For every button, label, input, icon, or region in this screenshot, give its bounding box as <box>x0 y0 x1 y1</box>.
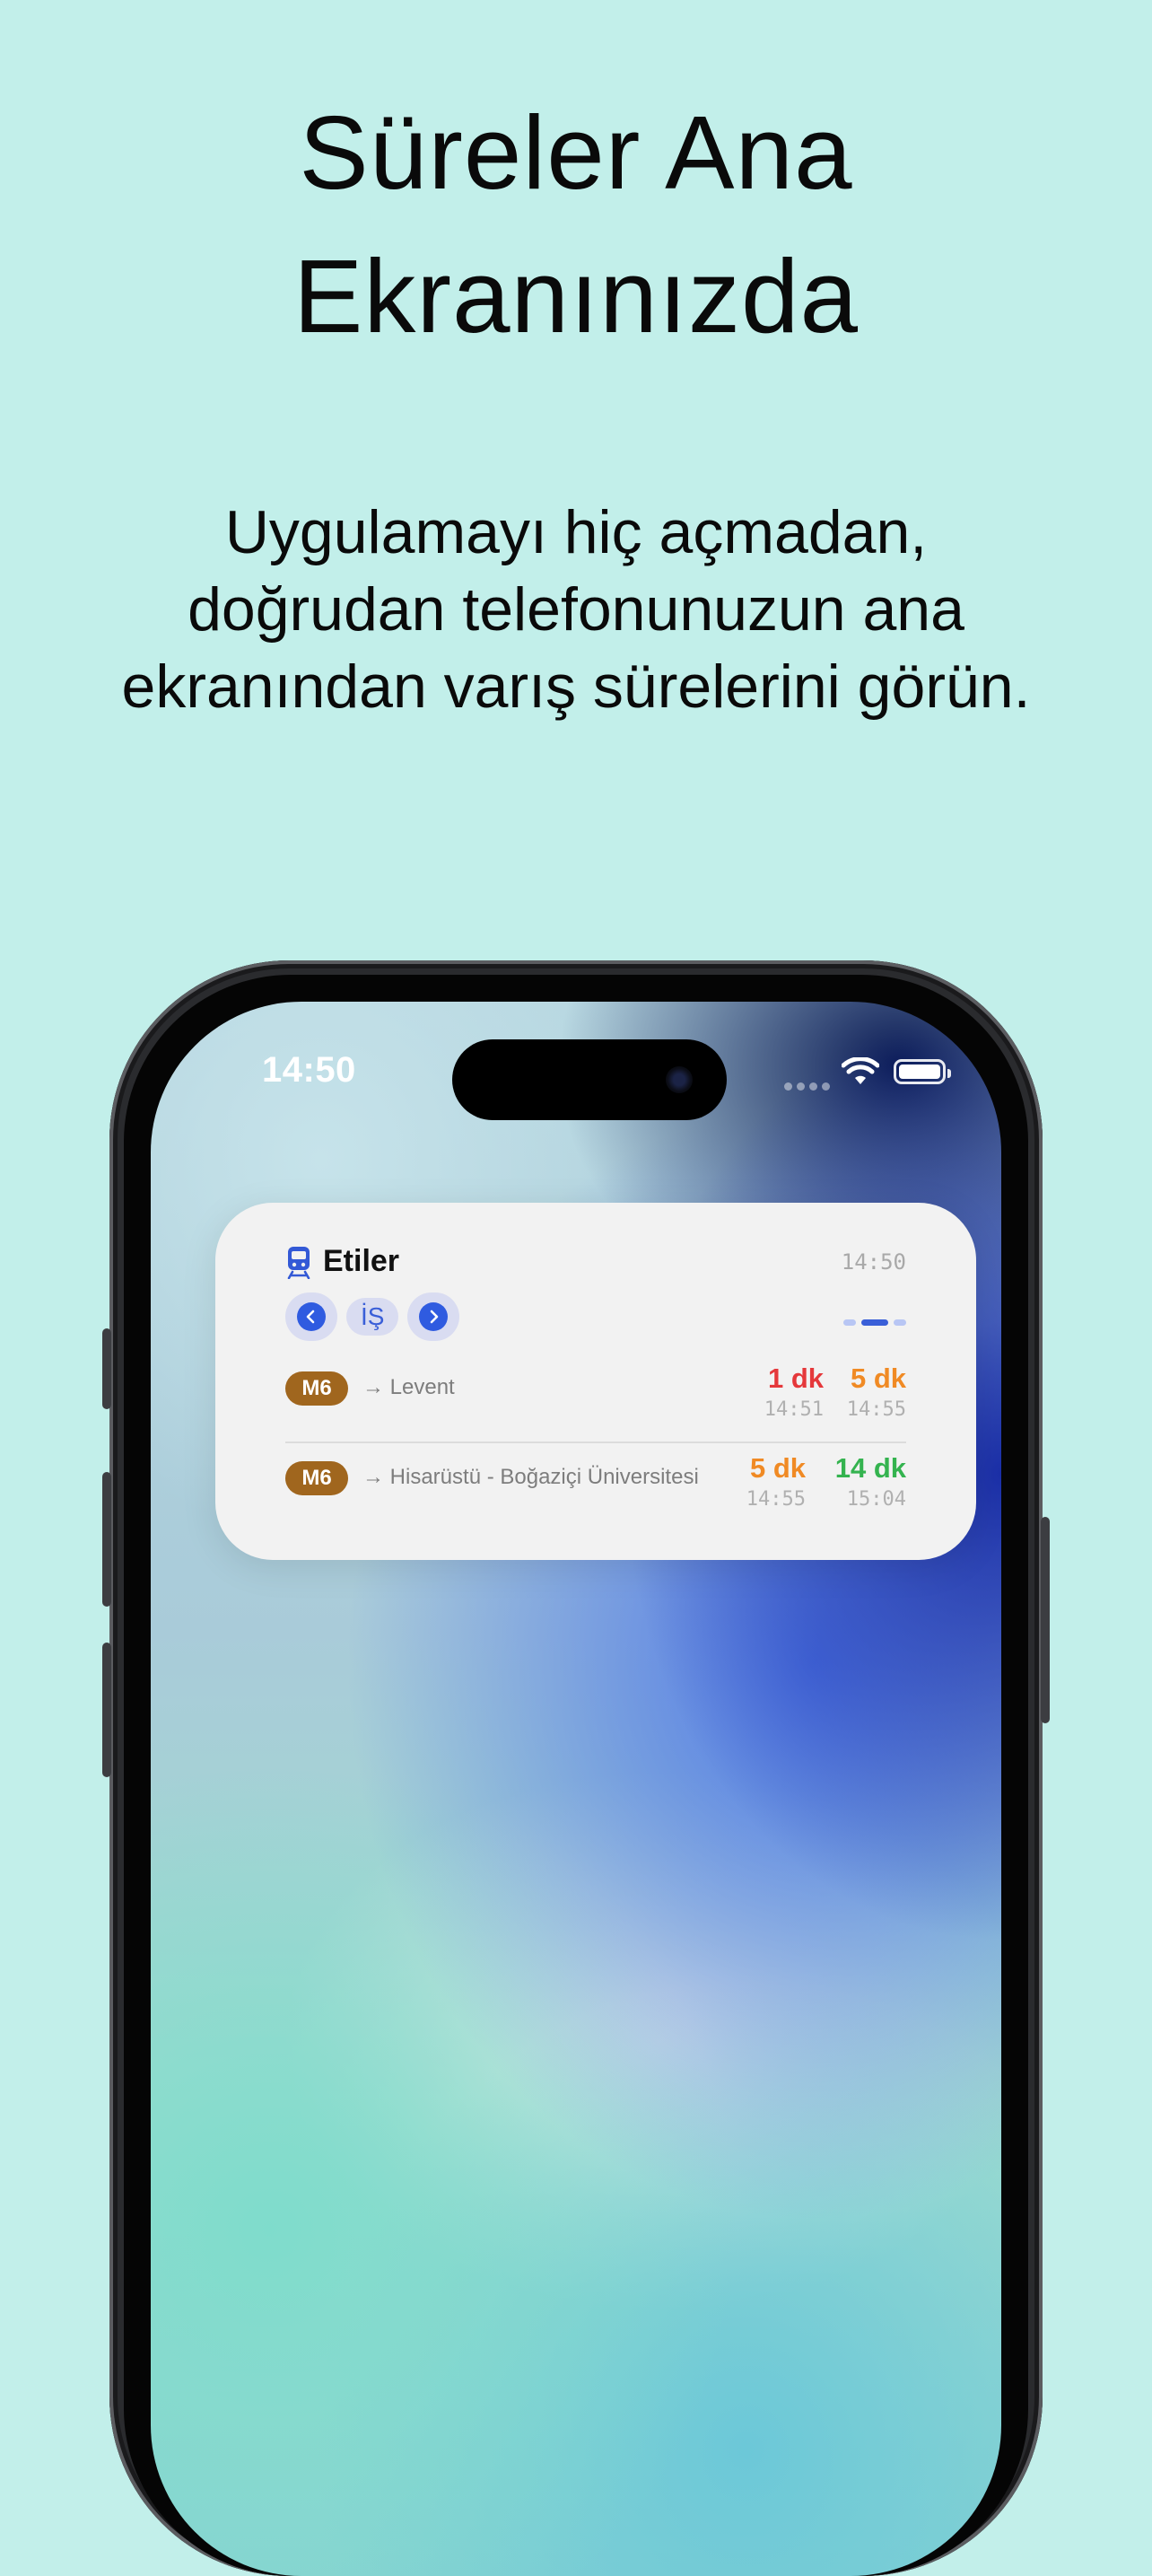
subheadline: Uygulamayı hiç açmadan, doğrudan telefon… <box>121 498 1031 721</box>
arrival-minutes: 14 dk <box>834 1452 906 1484</box>
row-divider <box>285 1441 906 1443</box>
chevron-left-icon <box>306 1310 315 1324</box>
line-badge: M6 <box>285 1371 348 1406</box>
next-group-button[interactable] <box>407 1292 460 1341</box>
widget-header: Etiler <box>285 1244 399 1279</box>
page-dot <box>843 1319 856 1326</box>
page-dot <box>894 1319 906 1326</box>
widget-updated-time: 14:50 <box>841 1249 906 1275</box>
arrival-1: 1 dk 14:51 <box>764 1362 824 1421</box>
status-bar-time: 14:50 <box>262 1050 356 1090</box>
arrival-minutes: 5 dk <box>850 1362 906 1394</box>
arrival-time: 14:51 <box>764 1398 824 1421</box>
cellular-signal-icon <box>784 1082 830 1091</box>
group-switcher: İŞ <box>285 1292 460 1341</box>
wifi-icon <box>842 1057 879 1084</box>
arrival-time: 14:55 <box>846 1398 906 1421</box>
dynamic-island <box>452 1039 727 1120</box>
arrival-2: 14 dk 15:04 <box>835 1452 906 1511</box>
power-button <box>1041 1517 1050 1723</box>
transit-widget[interactable]: Etiler 14:50 İŞ M6 → Levent 1 dk 14:51 5… <box>215 1203 976 1560</box>
arrival-1: 5 dk 14:55 <box>746 1452 806 1511</box>
headline: Süreler Ana Ekranınızda <box>0 81 1152 368</box>
departure-row[interactable]: M6 → Levent 1 dk 14:51 5 dk 14:55 <box>285 1362 906 1434</box>
page-indicator <box>843 1319 906 1326</box>
chevron-right-icon <box>431 1310 439 1324</box>
arrival-2: 5 dk 14:55 <box>847 1362 906 1421</box>
train-icon <box>287 1246 310 1279</box>
headline-line-2: Ekranınızda <box>292 238 860 355</box>
destination: → Hisarüstü - Boğaziçi Üniversitesi <box>362 1465 699 1489</box>
volume-up-button <box>102 1472 111 1607</box>
headline-line-1: Süreler Ana <box>299 94 853 211</box>
departure-row[interactable]: M6 → Hisarüstü - Boğaziçi Üniversitesi 5… <box>285 1452 906 1524</box>
camera-icon <box>666 1066 693 1093</box>
home-screen: 14:50 Etiler 14:50 İŞ M6 → Levent 1 dk 1… <box>151 1002 1001 2576</box>
destination: → Levent <box>362 1375 455 1399</box>
arrival-minutes: 5 dk <box>749 1452 806 1484</box>
arrival-minutes: 1 dk <box>767 1362 824 1394</box>
battery-icon <box>894 1059 951 1084</box>
screen-bezel: 14:50 Etiler 14:50 İŞ M6 → Levent 1 dk 1… <box>124 975 1028 2576</box>
page-dot-active <box>861 1319 888 1326</box>
volume-down-button <box>102 1643 111 1777</box>
phone-frame: 14:50 Etiler 14:50 İŞ M6 → Levent 1 dk 1… <box>102 960 1050 2576</box>
previous-group-button[interactable] <box>285 1292 337 1341</box>
arrival-time: 14:55 <box>746 1488 806 1511</box>
stop-name: Etiler <box>323 1244 400 1278</box>
arrival-time: 15:04 <box>846 1488 906 1511</box>
group-label: İŞ <box>346 1298 399 1336</box>
line-badge: M6 <box>285 1461 348 1495</box>
action-button <box>102 1328 111 1409</box>
